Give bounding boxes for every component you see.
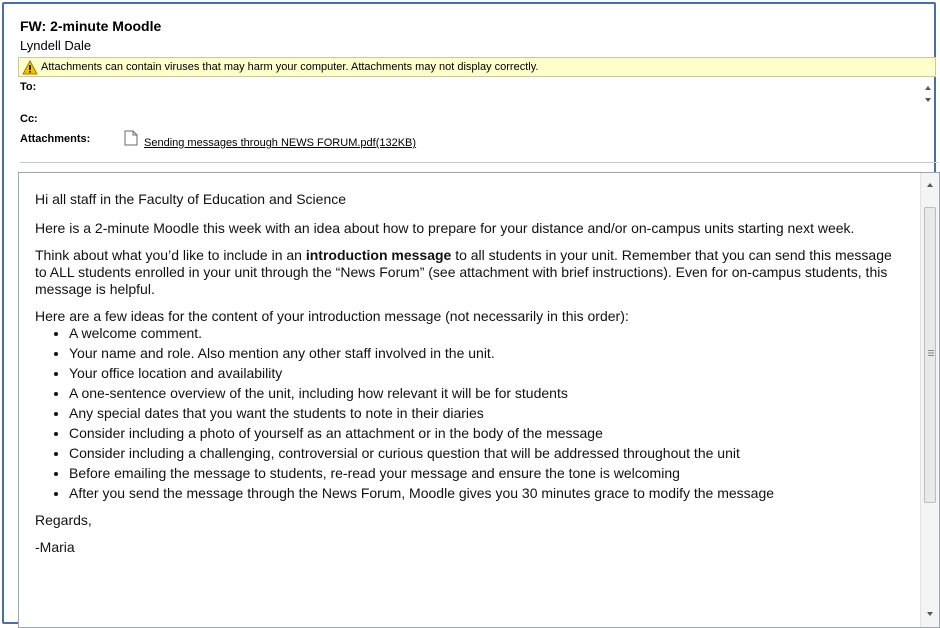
message-header: FW: 2-minute Moodle Lyndell Dale Attachm… — [4, 4, 938, 164]
attachment-warning-text: Attachments can contain viruses that may… — [41, 61, 539, 73]
ideas-list: A welcome comment. Your name and role. A… — [35, 325, 905, 502]
list-item: A welcome comment. — [69, 325, 905, 342]
list-item: Consider including a challenging, contro… — [69, 445, 905, 462]
grip-icon — [928, 350, 934, 356]
list-item: Your office location and availability — [69, 365, 905, 382]
scroll-up-icon[interactable] — [925, 181, 935, 189]
scroll-down-icon[interactable] — [925, 610, 935, 618]
cc-label: Cc: — [20, 113, 38, 125]
list-item: Consider including a photo of yourself a… — [69, 425, 905, 442]
greeting: Hi all staff in the Faculty of Education… — [35, 191, 347, 207]
document-icon[interactable] — [124, 130, 138, 146]
warning-icon — [22, 60, 38, 75]
message-window: FW: 2-minute Moodle Lyndell Dale Attachm… — [2, 2, 940, 628]
message-body-pane[interactable]: Hi all staff in the Faculty of Education… — [18, 172, 940, 628]
to-label: To: — [20, 81, 37, 93]
message-body: Hi all staff in the Faculty of Education… — [35, 191, 905, 566]
closing: Regards, — [35, 512, 92, 528]
recipients-scroll-down-icon[interactable] — [923, 96, 933, 104]
introduction-message-emphasis: introduction message — [305, 247, 452, 263]
paragraph-instructions-start: Think about what you’d like to include i… — [35, 247, 306, 263]
list-item: Any special dates that you want the stud… — [69, 405, 905, 422]
list-item: Your name and role. Also mention any oth… — [69, 345, 905, 362]
list-item: After you send the message through the N… — [69, 485, 905, 502]
list-item: A one-sentence overview of the unit, inc… — [69, 385, 905, 402]
message-subject: FW: 2-minute Moodle — [20, 18, 162, 34]
scrollbar-thumb[interactable] — [924, 207, 936, 503]
message-sender[interactable]: Lyndell Dale — [20, 38, 91, 53]
attachments-label: Attachments: — [20, 133, 91, 145]
signature: -Maria — [35, 539, 75, 555]
recipients-scroll-up-icon[interactable] — [923, 84, 933, 92]
paragraph-instructions: Think about what you’d like to include i… — [35, 247, 905, 298]
attachment-warning-bar: Attachments can contain viruses that may… — [18, 57, 936, 77]
paragraph-intro: Here is a 2-minute Moodle this week with… — [35, 220, 855, 236]
header-divider — [20, 162, 938, 163]
list-item: Before emailing the message to students,… — [69, 465, 905, 482]
attachment-link[interactable]: Sending messages through NEWS FORUM.pdf(… — [144, 137, 416, 149]
body-scrollbar[interactable] — [920, 173, 939, 627]
ideas-intro: Here are a few ideas for the content of … — [35, 308, 629, 324]
